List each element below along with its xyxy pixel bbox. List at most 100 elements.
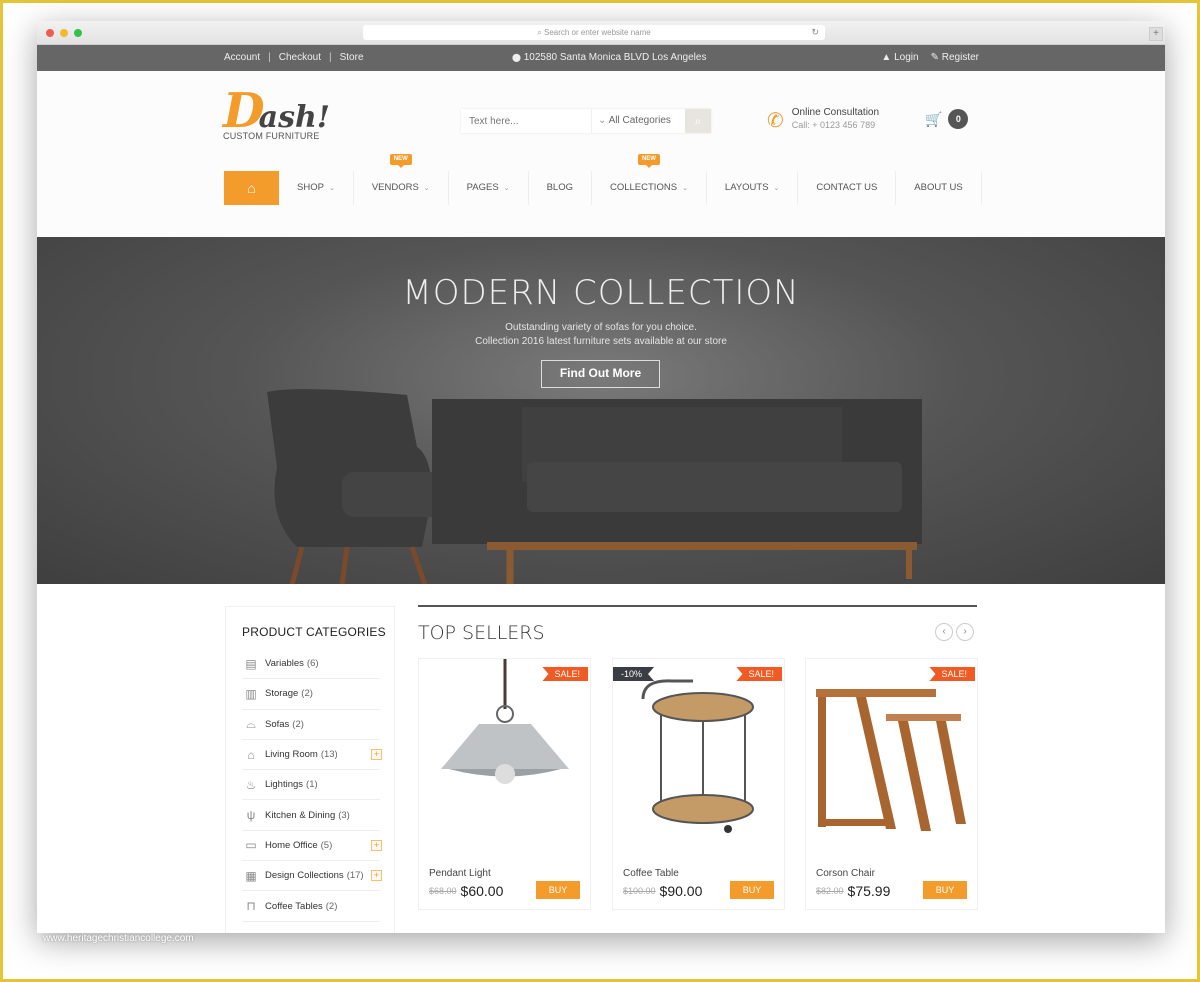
chevron-down-icon: ⌄	[423, 185, 430, 192]
user-icon: ▲	[881, 52, 895, 63]
checkout-link[interactable]: Checkout	[279, 52, 321, 63]
discount-badge: -10%	[613, 667, 654, 681]
buy-button[interactable]: BUY	[536, 881, 580, 899]
product-image: -10% SALE!	[613, 659, 784, 854]
nav-home-button[interactable]: ⌂	[224, 171, 279, 205]
category-count: (6)	[306, 658, 319, 670]
account-link[interactable]: Account	[224, 52, 260, 63]
expand-plus-icon[interactable]: +	[371, 749, 382, 761]
map-pin-icon: ⬤	[512, 53, 521, 62]
cart-button[interactable]: 🛒 0	[925, 109, 969, 129]
logo-word: ash!	[258, 100, 330, 135]
product-name[interactable]: Coffee Table	[623, 868, 784, 879]
reload-icon[interactable]: ↻	[811, 25, 819, 40]
nav-label: COLLECTIONS	[609, 182, 678, 193]
account-links: Account | Checkout | Store	[224, 52, 364, 63]
category-icon: ψ	[246, 808, 256, 823]
category-name: Kitchen & Dining	[265, 809, 336, 821]
hero-subtitle-line: Collection 2016 latest furniture sets av…	[475, 336, 727, 347]
category-item[interactable]: ▤ Variables (6)	[242, 649, 380, 680]
search-input[interactable]	[461, 109, 591, 133]
sale-badge: SALE!	[929, 667, 975, 681]
old-price: $82.00	[816, 886, 844, 896]
categories-title: PRODUCT CATEGORIES	[242, 625, 386, 639]
search-icon: ⌕	[537, 28, 544, 37]
nav-item-contact-us[interactable]: CONTACT US	[798, 171, 897, 205]
logo-tagline: CUSTOM FURNITURE	[223, 131, 320, 141]
register-link[interactable]: ✎ Register	[931, 52, 979, 63]
category-count: (2)	[292, 718, 304, 730]
product-name[interactable]: Pendant Light	[429, 868, 590, 879]
category-item[interactable]: ▥ Storage (2)	[242, 679, 380, 710]
category-icon: ⊓	[246, 899, 256, 914]
product-card[interactable]: SALE! Pendant Light $68.00 $60.00 BUY	[418, 658, 591, 910]
nav-item-pages[interactable]: PAGES ⌄	[449, 171, 529, 205]
category-item[interactable]: ▭ Home Office (5) +	[242, 831, 382, 862]
category-count: (13)	[320, 749, 338, 761]
new-badge: NEW	[637, 154, 660, 168]
previous-arrow-icon[interactable]: ‹	[935, 623, 953, 641]
category-item[interactable]: ψ Kitchen & Dining (3)	[242, 800, 380, 831]
nav-item-blog[interactable]: BLOG	[529, 171, 592, 205]
product-card[interactable]: SALE! Corson Chair $82.00 $75.99 BUY	[805, 658, 978, 910]
search-icon: ⌕	[694, 114, 702, 128]
minimize-window-button[interactable]	[60, 29, 68, 37]
category-item[interactable]: ⊓ Coffee Tables (2)	[242, 891, 380, 922]
chevron-down-icon: ⌄	[503, 185, 510, 192]
category-item[interactable]: ♨ Lightings (1)	[242, 770, 380, 801]
search-button[interactable]: ⌕	[685, 109, 711, 133]
store-link[interactable]: Store	[340, 52, 364, 63]
category-icon: ⌓	[246, 717, 256, 732]
address-bar-placeholder: Search or enter website name	[543, 28, 651, 37]
logo[interactable]: Dash! CUSTOM FURNITURE	[223, 87, 330, 141]
category-item[interactable]: ⌂ Living Room (13) +	[242, 740, 382, 771]
nav-item-collections[interactable]: NEW COLLECTIONS ⌄	[592, 154, 707, 205]
close-window-button[interactable]	[46, 29, 54, 37]
category-select[interactable]: ⌄ All Categories	[591, 109, 685, 133]
hero-sofa-image	[267, 389, 922, 584]
chevron-down-icon: ⌄	[773, 185, 780, 192]
nav-item-layouts[interactable]: LAYOUTS ⌄	[707, 171, 799, 205]
category-item[interactable]: ▦ Design Collections (17) +	[242, 861, 382, 892]
divider: |	[329, 52, 332, 63]
find-out-more-button[interactable]: Find Out More	[541, 360, 660, 388]
category-count: (1)	[306, 779, 318, 791]
auth-links: ▲ Login ✎ Register	[881, 52, 979, 63]
category-count: (17)	[346, 870, 364, 882]
category-name: Design Collections	[265, 870, 344, 882]
current-price: $60.00	[460, 883, 504, 899]
home-icon: ⌂	[247, 180, 256, 196]
category-icon: ▥	[245, 686, 257, 701]
category-icon: ▦	[245, 868, 257, 883]
category-count: (3)	[338, 809, 350, 821]
sale-badge: SALE!	[542, 667, 588, 681]
nav-item-about-us[interactable]: ABOUT US	[896, 171, 982, 205]
category-count: (2)	[325, 900, 338, 912]
expand-plus-icon[interactable]: +	[371, 839, 382, 851]
category-count: (2)	[301, 688, 313, 700]
category-count: (5)	[320, 839, 333, 851]
maximize-window-button[interactable]	[74, 29, 82, 37]
address-text: 102580 Santa Monica BLVD Los Angeles	[523, 52, 707, 63]
category-icon: ⌂	[247, 747, 255, 762]
new-tab-button[interactable]: +	[1149, 27, 1163, 41]
buy-button[interactable]: BUY	[730, 881, 774, 899]
nav-item-shop[interactable]: SHOP ⌄	[279, 171, 354, 205]
store-address: ⬤ 102580 Santa Monica BLVD Los Angeles	[512, 52, 706, 63]
expand-plus-icon[interactable]: +	[371, 870, 382, 882]
category-item[interactable]: ⌓ Sofas (2)	[242, 710, 380, 740]
main-nav: ⌂ SHOP ⌄ NEW VENDORS ⌄ PAGES ⌄ BLOG NEW COLLE…	[224, 154, 982, 205]
buy-button[interactable]: BUY	[923, 881, 967, 899]
current-price: $90.00	[659, 883, 703, 899]
address-bar[interactable]: ⌕ Search or enter website name ↻	[363, 25, 825, 40]
coffee-table-image	[641, 679, 754, 833]
nav-item-vendors[interactable]: NEW VENDORS ⌄	[354, 154, 449, 205]
price-row: $100.00 $90.00 BUY	[623, 881, 774, 899]
login-link[interactable]: ▲ Login	[881, 52, 918, 63]
product-card[interactable]: -10% SALE! Coffee Table $100.00 $90.00 B…	[612, 658, 785, 910]
next-arrow-icon[interactable]: ›	[956, 623, 974, 641]
cart-count-badge: 0	[948, 109, 969, 129]
nav-label: CONTACT US	[816, 182, 878, 193]
phone-icon: ✆	[767, 110, 784, 132]
product-name[interactable]: Corson Chair	[816, 868, 977, 879]
